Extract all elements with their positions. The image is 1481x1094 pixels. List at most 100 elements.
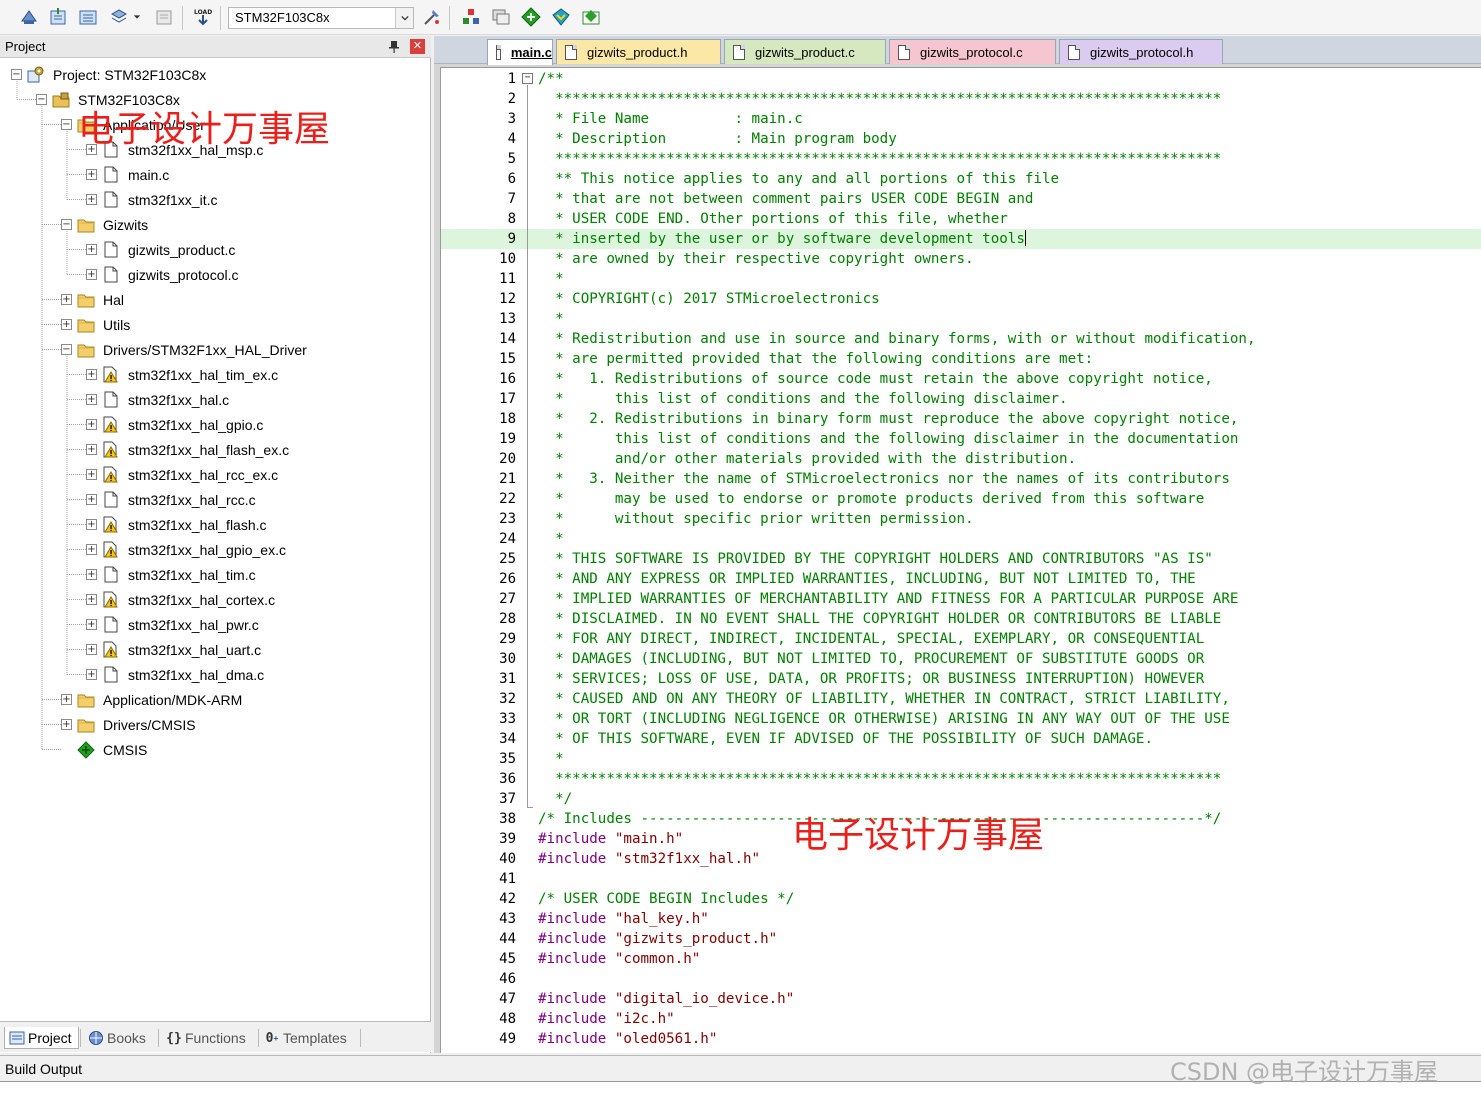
- tree-file[interactable]: + stm32f1xx_hal_dma.c: [86, 662, 264, 687]
- translate-icon[interactable]: [18, 6, 40, 28]
- line-number: 11: [499, 271, 516, 287]
- tab-project[interactable]: Project: [4, 1027, 79, 1049]
- expand-icon[interactable]: +: [61, 319, 72, 330]
- pin-icon[interactable]: [388, 40, 400, 54]
- tree-folder[interactable]: + Application/MDK-ARM: [61, 687, 242, 712]
- expand-icon[interactable]: +: [86, 619, 97, 630]
- expand-icon[interactable]: +: [86, 244, 97, 255]
- software-packs-icon[interactable]: [580, 6, 602, 28]
- expand-icon[interactable]: +: [86, 594, 97, 605]
- expand-icon[interactable]: +: [86, 194, 97, 205]
- tree-file[interactable]: + stm32f1xx_hal_gpio_ex.c: [86, 537, 286, 562]
- tree-folder[interactable]: + Utils: [61, 312, 130, 337]
- tree-item-label: Hal: [103, 291, 125, 308]
- collapse-icon[interactable]: −: [11, 69, 22, 80]
- expand-icon[interactable]: +: [61, 694, 72, 705]
- chevron-down-icon[interactable]: [131, 6, 143, 28]
- tree-file[interactable]: + stm32f1xx_hal_uart.c: [86, 637, 261, 662]
- tree-file[interactable]: + stm32f1xx_hal_rcc.c: [86, 487, 256, 512]
- tab-templates[interactable]: 0 + Templates: [264, 1027, 347, 1049]
- code-line: 21 * 3. Neither the name of STMicroelect…: [441, 469, 1481, 489]
- fold-collapse-icon[interactable]: −: [522, 73, 533, 84]
- tree-item-label: stm32f1xx_hal_pwr.c: [128, 616, 259, 633]
- tree-file[interactable]: + stm32f1xx_hal_cortex.c: [86, 587, 275, 612]
- pack-installer-icon[interactable]: [520, 6, 542, 28]
- stop-build-icon[interactable]: [153, 6, 175, 28]
- tree-item-label: Utils: [103, 316, 131, 333]
- collapse-icon[interactable]: −: [61, 119, 72, 130]
- tree-file[interactable]: + stm32f1xx_hal_pwr.c: [86, 612, 259, 637]
- expand-icon[interactable]: +: [86, 494, 97, 505]
- build-icon[interactable]: [47, 6, 69, 28]
- rebuild-icon[interactable]: [77, 6, 99, 28]
- file-tab[interactable]: gizwits_protocol.h: [1059, 39, 1223, 64]
- chevron-down-icon[interactable]: [395, 8, 413, 28]
- tree-folder[interactable]: + Drivers/CMSIS: [61, 712, 196, 737]
- expand-icon[interactable]: +: [86, 419, 97, 430]
- expand-icon[interactable]: +: [86, 369, 97, 380]
- expand-icon[interactable]: +: [61, 294, 72, 305]
- tab-functions[interactable]: {} Functions: [166, 1027, 246, 1049]
- tree-file[interactable]: + stm32f1xx_hal_gpio.c: [86, 412, 263, 437]
- code-text: * SERVICES; LOSS OF USE, DATA, OR PROFIT…: [538, 671, 1205, 687]
- code-editor[interactable]: 1/** −2 *********************************…: [440, 67, 1481, 1053]
- manage-components-icon[interactable]: [460, 6, 482, 28]
- file-tab[interactable]: main.c: [487, 39, 553, 65]
- tree-file[interactable]: + gizwits_protocol.c: [86, 262, 239, 287]
- close-icon[interactable]: ✕: [410, 39, 425, 54]
- target-select[interactable]: STM32F103C8x: [228, 7, 414, 29]
- expand-icon[interactable]: +: [86, 569, 97, 580]
- file-tab[interactable]: gizwits_product.h: [556, 39, 721, 64]
- code-line: 25 * THIS SOFTWARE IS PROVIDED BY THE CO…: [441, 549, 1481, 569]
- project-panel-header: Project ✕: [0, 36, 431, 58]
- collapse-icon[interactable]: −: [61, 219, 72, 230]
- collapse-icon[interactable]: −: [36, 94, 47, 105]
- tree-file[interactable]: + gizwits_product.c: [86, 237, 235, 262]
- fold-guide-end: [527, 807, 533, 808]
- line-number: 15: [499, 351, 516, 367]
- tree-item-label: stm32f1xx_hal_gpio.c: [128, 416, 264, 433]
- expand-icon[interactable]: +: [86, 269, 97, 280]
- expand-icon[interactable]: +: [61, 719, 72, 730]
- line-number: 13: [499, 311, 516, 327]
- tree-file[interactable]: + stm32f1xx_hal_rcc_ex.c: [86, 462, 278, 487]
- tree-file[interactable]: + stm32f1xx_hal_flash_ex.c: [86, 437, 289, 462]
- select-packs-icon[interactable]: [490, 6, 512, 28]
- collapse-icon[interactable]: −: [61, 344, 72, 355]
- tree-folder[interactable]: − Gizwits: [61, 212, 148, 237]
- tree-file[interactable]: + stm32f1xx_it.c: [86, 187, 217, 212]
- batch-build-icon[interactable]: [108, 6, 130, 28]
- run-time-environment-icon[interactable]: [550, 6, 572, 28]
- options-for-target-icon[interactable]: [421, 6, 443, 28]
- file-tabs: main.c gizwits_product.h gizwits_product.c…: [434, 36, 1481, 65]
- code-line: 44 #include "gizwits_product.h": [441, 929, 1481, 949]
- expand-icon[interactable]: +: [86, 469, 97, 480]
- load-download-icon[interactable]: LOAD: [192, 6, 214, 28]
- expand-icon[interactable]: +: [86, 544, 97, 555]
- tree-folder[interactable]: − Drivers/STM32F1xx_HAL_Driver: [61, 337, 307, 362]
- expand-icon[interactable]: +: [86, 519, 97, 530]
- tab-books[interactable]: Books: [88, 1027, 146, 1049]
- expand-icon[interactable]: +: [86, 394, 97, 405]
- warning-file-icon: [102, 441, 120, 459]
- tree-file[interactable]: + stm32f1xx_hal_flash.c: [86, 512, 267, 537]
- tree-folder[interactable]: + Hal: [61, 287, 124, 312]
- tree-folder[interactable]: − Project: STM32F103C8x: [11, 62, 206, 87]
- tree-file[interactable]: + stm32f1xx_hal.c: [86, 387, 229, 412]
- tree-file[interactable]: CMSIS: [61, 737, 147, 762]
- expand-icon[interactable]: +: [86, 669, 97, 680]
- line-number: 35: [499, 751, 516, 767]
- code-text: * OF THIS SOFTWARE, EVEN IF ADVISED OF T…: [538, 731, 1153, 747]
- file-tab[interactable]: gizwits_protocol.c: [889, 39, 1056, 64]
- expand-icon[interactable]: +: [86, 169, 97, 180]
- expand-icon[interactable]: +: [86, 444, 97, 455]
- tree-item-label: stm32f1xx_hal_gpio_ex.c: [128, 541, 286, 558]
- tree-file[interactable]: + stm32f1xx_hal_tim.c: [86, 562, 256, 587]
- tree-file[interactable]: + stm32f1xx_hal_tim_ex.c: [86, 362, 278, 387]
- expand-icon[interactable]: +: [86, 644, 97, 655]
- file-icon: [102, 191, 120, 209]
- folder-icon: [77, 691, 95, 709]
- file-tab[interactable]: gizwits_product.c: [724, 39, 886, 64]
- code-line: 31 * SERVICES; LOSS OF USE, DATA, OR PRO…: [441, 669, 1481, 689]
- tree-file[interactable]: + main.c: [86, 162, 169, 187]
